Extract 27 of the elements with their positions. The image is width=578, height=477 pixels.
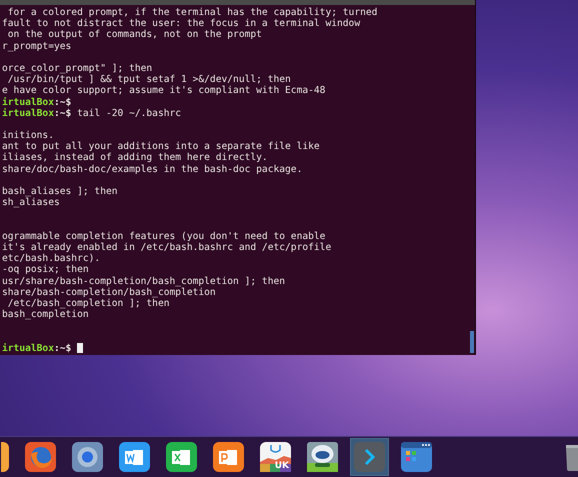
terminal-line: /etc/bash_completion ]; then	[6, 298, 170, 310]
terminal-line: -oq posix; then	[2, 264, 89, 276]
terminal-line: bash_aliases ]; then	[2, 186, 118, 198]
terminal-line: ogrammable completion features (you don't need to enable	[2, 230, 326, 242]
terminal-line: /usr/bin/tput ] && tput setaf 1 >&/dev/null; then	[6, 74, 291, 86]
terminal-prompt: irtualBox:~$	[2, 342, 72, 354]
terminal-line: e have color support; assume it's compliant with Ecma-48	[2, 85, 326, 97]
terminal-line: etc/bash.bashrc).	[2, 253, 100, 264]
terminal-line: it's already enabled in /etc/bash.bashrc and /etc/profile	[2, 242, 332, 254]
terminal-line: orce_color_prompt" ]; then	[2, 62, 152, 74]
terminal-line: iliases, instead of adding them here directly.	[2, 152, 268, 164]
terminal-line: ant to put all your additions into a separate file like	[2, 141, 320, 152]
terminal-line: on the output of commands, not on the prompt	[6, 29, 262, 41]
terminal-line: fault to not distract the user: the focus in a terminal window	[2, 18, 360, 30]
terminal-line: share/doc/bash-doc/examples in the bash-doc package.	[2, 164, 302, 175]
terminal-line: usr/share/bash-completion/bash_completion ]; then	[2, 276, 286, 286]
terminal-line: sh_aliases	[2, 197, 60, 208]
terminal-line: r_prompt=yes	[2, 40, 72, 52]
store-label: UK	[274, 461, 289, 471]
terminal-prompt: irtualBox:~$	[2, 96, 72, 108]
terminal-prompt: irtualBox:~$ tail -20 ~/.bashrc	[2, 108, 182, 119]
terminal-line: bash_completion	[2, 309, 89, 320]
trash-icon[interactable]	[566, 443, 578, 471]
terminal-line: share/bash-completion/bash_completion	[2, 286, 216, 298]
terminal-line: for a colored prompt, if the terminal has the capability; turned	[6, 7, 378, 18]
scrollbar-thumb[interactable]	[470, 331, 474, 353]
terminal-line: initions.	[2, 130, 54, 142]
